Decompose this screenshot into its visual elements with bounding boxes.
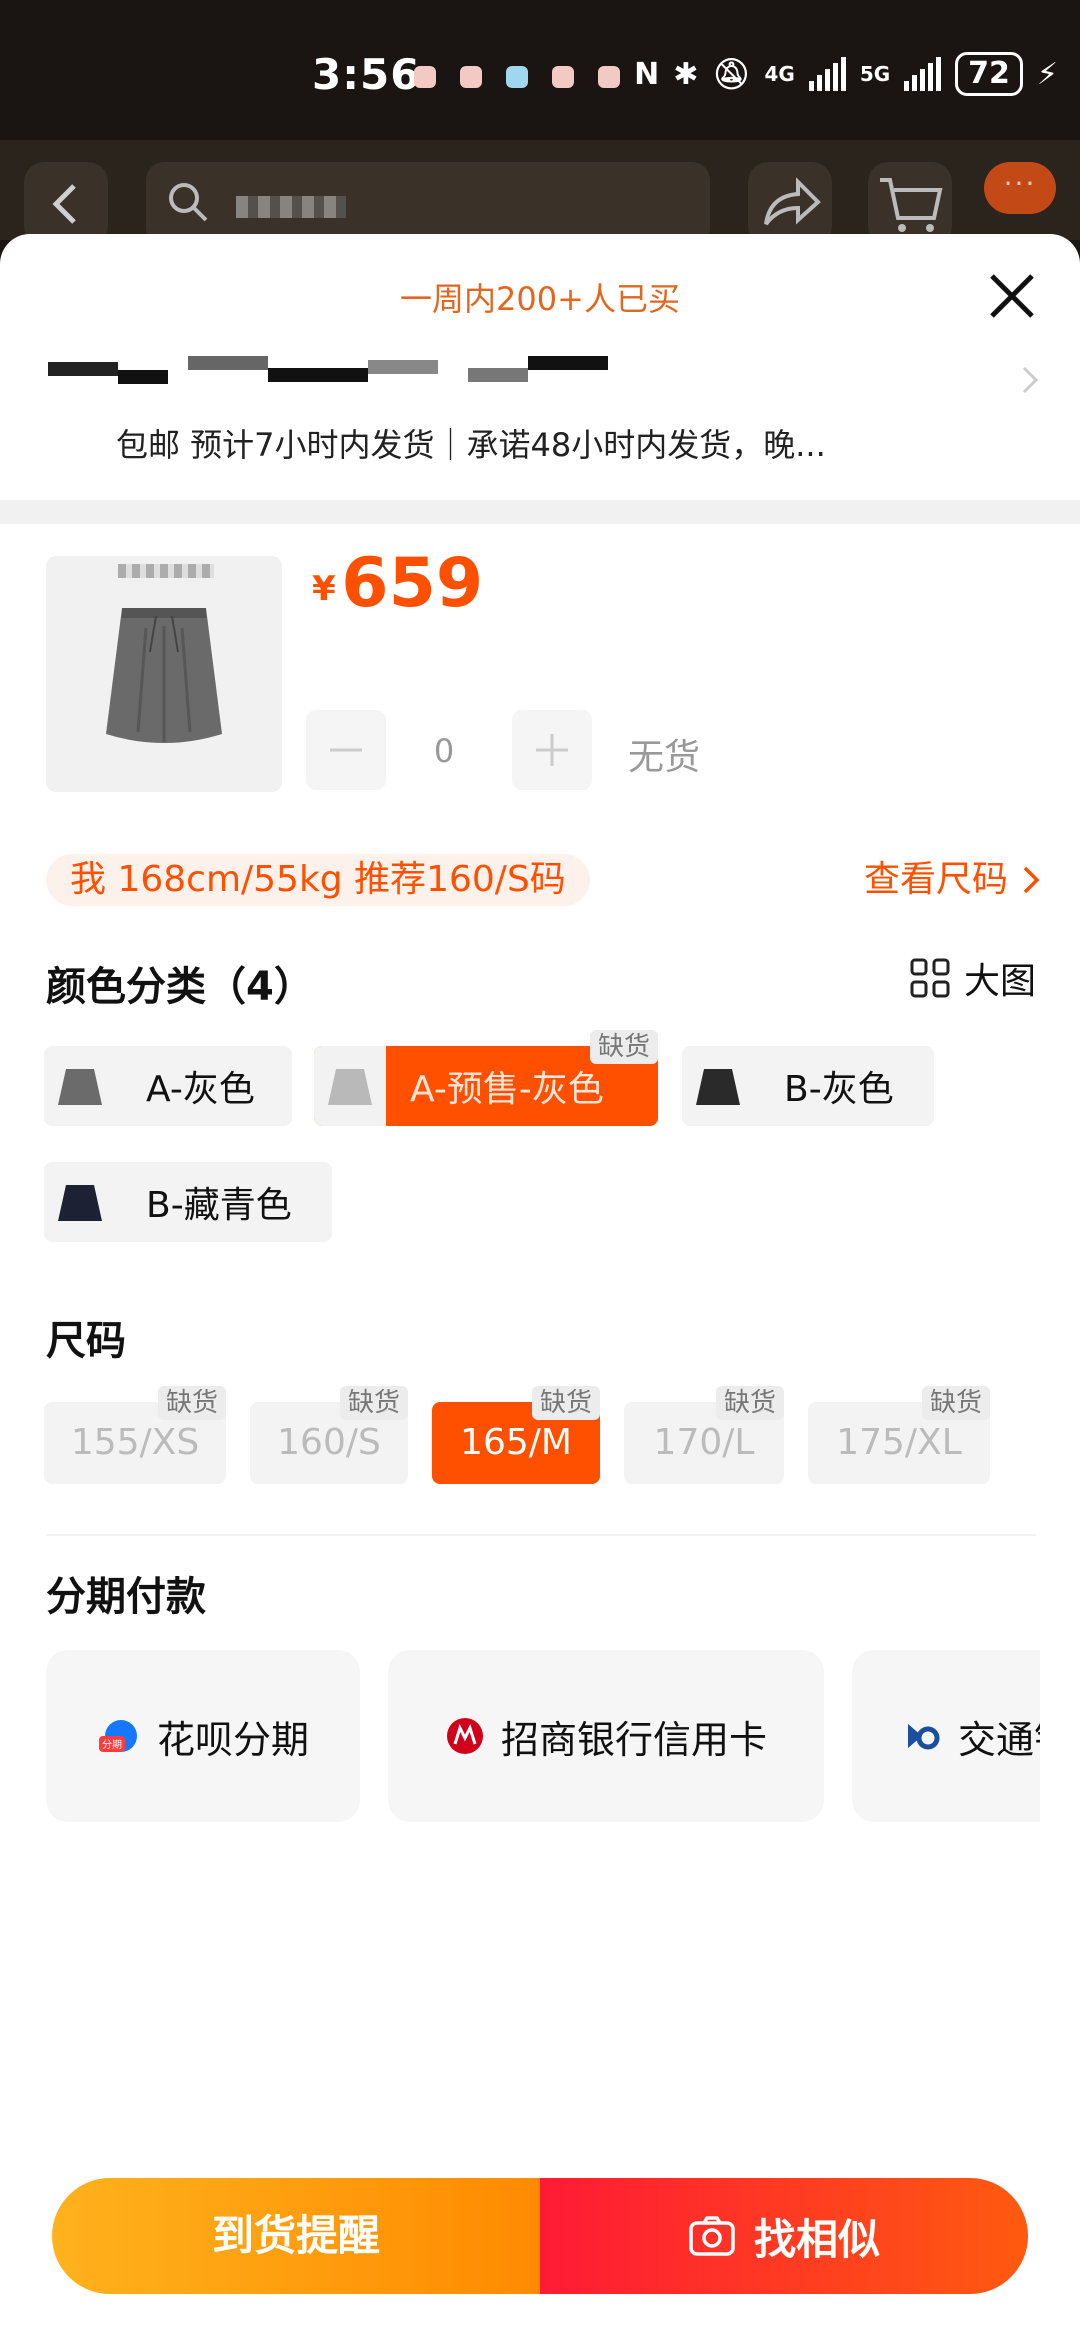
charging-icon: ⚡ [1036, 56, 1058, 92]
search-icon [169, 183, 208, 222]
decrease-quantity-button[interactable] [306, 710, 386, 790]
size-chart-label: 查看尺码 [863, 859, 1008, 900]
net-4g-label: 4G [764, 62, 795, 86]
increase-quantity-button[interactable] [512, 710, 592, 790]
product-price: ¥ 659 [312, 544, 483, 623]
action-bar: 到货提醒 找相似 [52, 2178, 1028, 2294]
color-swatch [44, 1046, 116, 1126]
installment-option-label: 花呗分期 [156, 1717, 309, 1762]
notification-icon [460, 66, 482, 88]
signal-icon [904, 57, 942, 91]
sku-selector-sheet: 一周内200+人已买 包邮 预计7小时内发货｜承诺48小时内发货，晚... ¥ … [0, 234, 1080, 2340]
color-swatch [314, 1046, 386, 1126]
plus-icon [536, 734, 568, 766]
color-option-selected[interactable]: A-预售-灰色 缺货 [314, 1030, 658, 1126]
size-option[interactable]: 155/XS 缺货 [44, 1386, 226, 1484]
size-option[interactable]: 160/S 缺货 [250, 1386, 408, 1484]
stock-status: 无货 [628, 737, 701, 778]
installment-option-huabei[interactable]: 分期 花呗分期 [46, 1650, 360, 1822]
size-section-title: 尺码 [46, 1318, 126, 1364]
size-option-label: 155/XS [70, 1422, 200, 1463]
close-icon[interactable] [984, 268, 1040, 324]
grid-icon [910, 958, 950, 998]
installment-option-bocom[interactable]: 交通银行 [852, 1650, 1040, 1822]
currency-symbol: ¥ [312, 569, 336, 609]
size-recommendation[interactable]: 我 168cm/55kg 推荐160/S码 [46, 854, 590, 906]
color-option[interactable]: B-藏青色 [44, 1162, 332, 1242]
out-of-stock-tag: 缺货 [589, 1030, 658, 1064]
notification-icon [552, 66, 574, 88]
out-of-stock-tag: 缺货 [921, 1386, 990, 1420]
out-of-stock-tag: 缺货 [715, 1386, 784, 1420]
out-of-stock-tag: 缺货 [339, 1386, 408, 1420]
search-query-blurred [236, 196, 346, 218]
price-value: 659 [341, 544, 484, 623]
cmb-bank-icon [446, 1718, 483, 1754]
sold-count-banner: 一周内200+人已买 [400, 280, 680, 318]
out-of-stock-tag: 缺货 [531, 1386, 600, 1420]
size-option[interactable]: 175/XL 缺货 [808, 1386, 990, 1484]
net-5g-label: 5G [859, 62, 891, 86]
size-option-label: 170/L [653, 1422, 755, 1463]
size-option-label: 160/S [277, 1422, 381, 1463]
restock-notify-button[interactable]: 到货提醒 [52, 2178, 540, 2294]
huabei-icon: 分期 [98, 1720, 137, 1752]
size-option-label: 175/XL [836, 1422, 962, 1463]
color-swatch [44, 1162, 116, 1242]
notification-icon [414, 66, 436, 88]
battery-indicator: 72 [955, 52, 1023, 96]
installment-section-title: 分期付款 [46, 1574, 206, 1620]
big-image-button[interactable]: 大图 [910, 952, 1036, 1004]
bocom-bank-icon [908, 1724, 940, 1750]
out-of-stock-tag: 缺货 [157, 1386, 226, 1420]
size-option-selected[interactable]: 165/M 缺货 [432, 1386, 600, 1484]
size-option[interactable]: 170/L 缺货 [624, 1386, 784, 1484]
notification-icon [598, 66, 620, 88]
color-option-label: A-灰色 [146, 1069, 255, 1110]
find-similar-button[interactable]: 找相似 [540, 2178, 1028, 2294]
product-header: ··· [0, 140, 1080, 246]
color-option-label: B-灰色 [784, 1069, 894, 1110]
bluetooth-icon: ✱ [673, 56, 699, 92]
delivery-info[interactable]: 包邮 预计7小时内发货｜承诺48小时内发货，晚... [116, 420, 826, 466]
section-divider [46, 1534, 1036, 1536]
installment-options: 分期 花呗分期 招商银行信用卡 交通银行 [0, 1620, 1040, 1860]
big-image-label: 大图 [963, 961, 1036, 1002]
installment-option-label: 交通银行 [958, 1717, 1040, 1762]
find-similar-label: 找相似 [753, 2214, 880, 2264]
installment-option-label: 招商银行信用卡 [500, 1717, 767, 1762]
color-option[interactable]: A-灰色 [44, 1046, 292, 1126]
quantity-value: 0 [433, 732, 455, 770]
status-icons: N ✱ 🔕︎ 4G 5G 72 ⚡ [634, 52, 1058, 96]
back-icon [52, 184, 76, 224]
more-button[interactable]: ··· [984, 162, 1056, 214]
skirt-image [106, 608, 222, 743]
chevron-right-icon[interactable] [1020, 364, 1040, 396]
color-swatch [682, 1046, 754, 1126]
mute-icon: 🔕︎ [712, 56, 751, 92]
thumb-label-blurred [118, 564, 214, 578]
minus-icon [330, 748, 362, 752]
status-bar: 3:56 N ✱ 🔕︎ 4G 5G 72 ⚡ [0, 0, 1080, 140]
huabei-badge-label: 分期 [102, 1739, 122, 1751]
notification-icon [506, 66, 528, 88]
signal-icon [808, 57, 846, 91]
chevron-right-icon [1023, 866, 1040, 894]
size-chart-link[interactable]: 查看尺码 [864, 854, 1040, 906]
section-divider [0, 500, 1080, 524]
camera-icon [689, 2216, 735, 2256]
product-thumbnail[interactable] [46, 556, 282, 792]
shop-info-blurred [48, 356, 608, 396]
color-section-title: 颜色分类（4） [46, 964, 314, 1010]
status-time: 3:56 [312, 50, 421, 99]
color-option-label: B-藏青色 [146, 1185, 292, 1226]
nfc-icon: N [634, 56, 660, 92]
color-option[interactable]: B-灰色 [682, 1046, 934, 1126]
color-option-label: A-预售-灰色 [410, 1069, 604, 1110]
size-option-label: 165/M [460, 1422, 572, 1463]
installment-option-cmb[interactable]: 招商银行信用卡 [388, 1650, 824, 1822]
